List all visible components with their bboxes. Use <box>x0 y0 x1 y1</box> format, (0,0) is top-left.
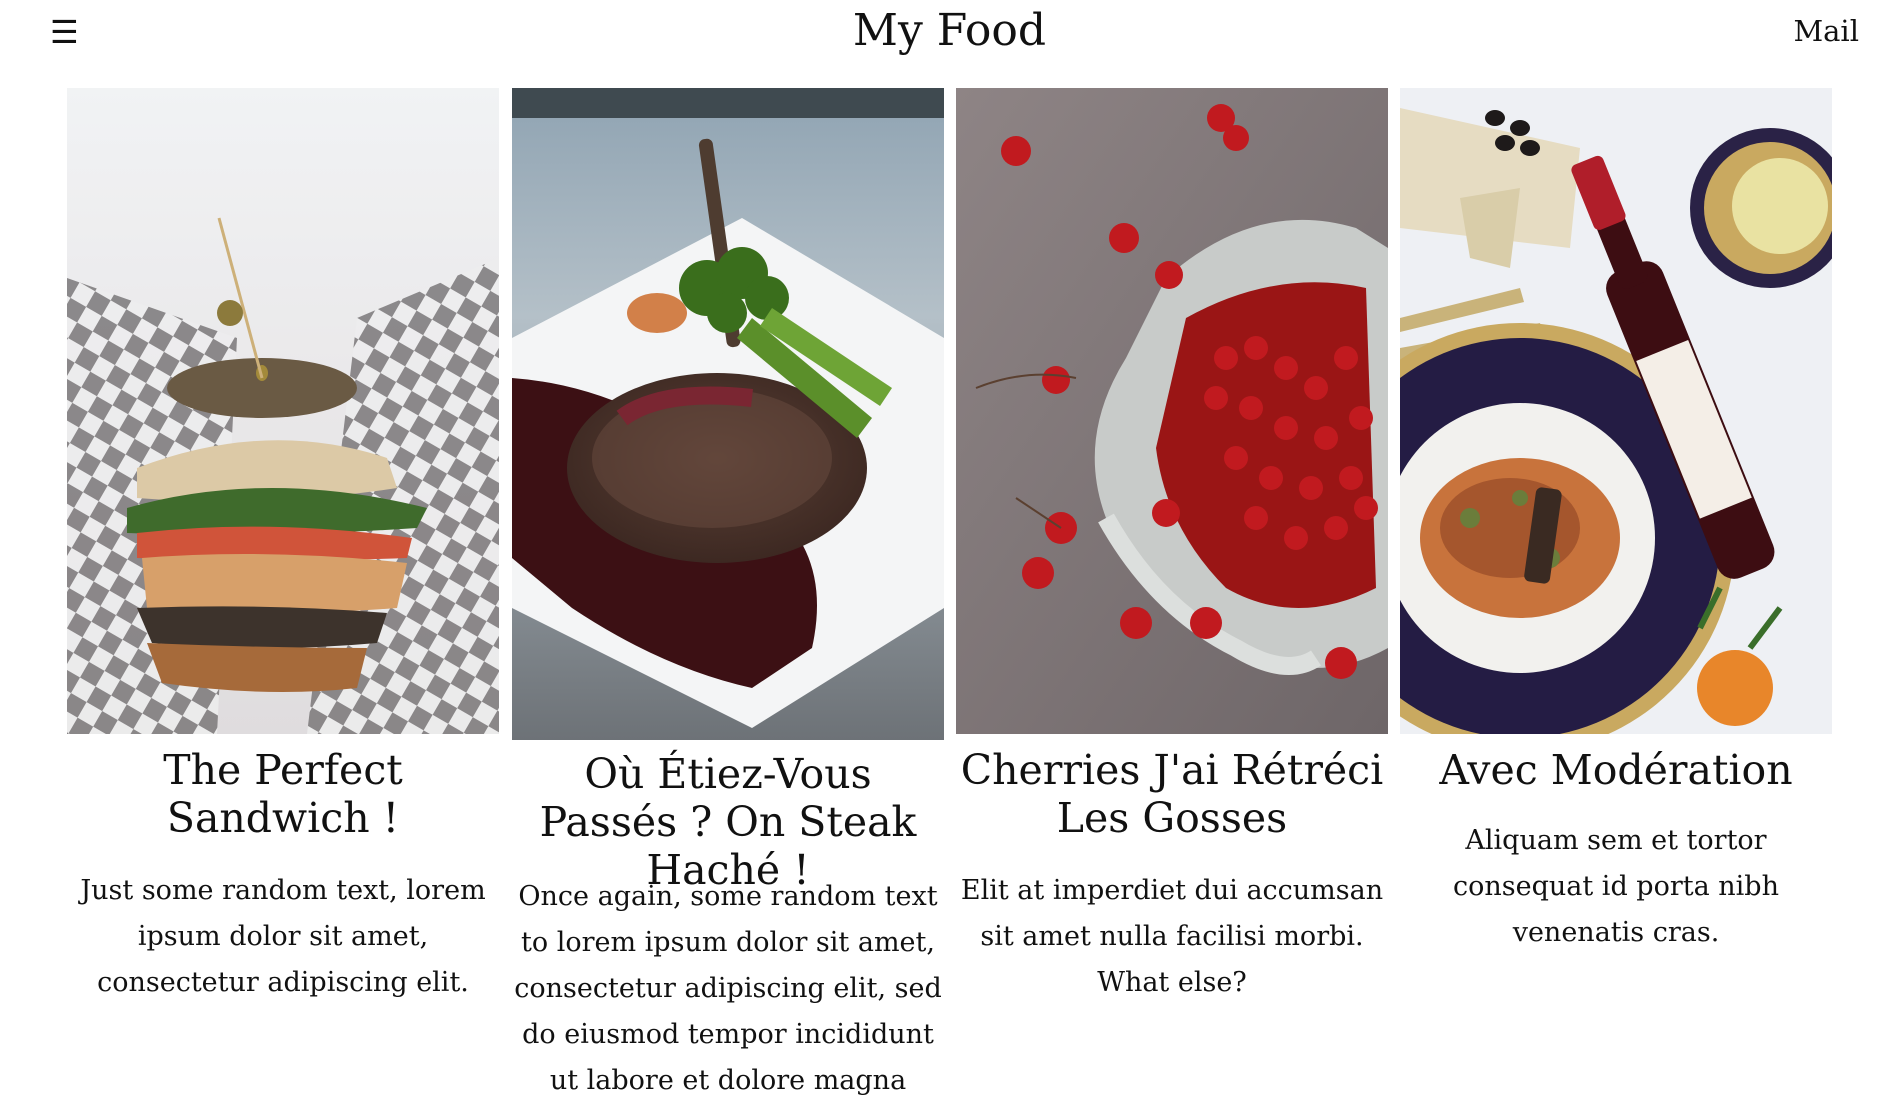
card-text: Just some random text, lorem ipsum dolor… <box>80 875 486 998</box>
mail-link[interactable]: Mail <box>1793 12 1859 50</box>
site-title: My Food <box>852 5 1047 56</box>
card-title[interactable]: Avec Modération <box>1400 746 1832 794</box>
card-text: Aliquam sem et tortor consequat id porta… <box>1453 825 1779 948</box>
food-card-grid: The Perfect Sandwich ! Just some random … <box>67 88 1832 1096</box>
steak-photo[interactable] <box>512 88 944 740</box>
sandwich-photo[interactable] <box>67 88 499 734</box>
card-title[interactable]: Où Étiez-Vous Passés ? On Steak Haché ! <box>512 750 944 894</box>
card-text: Elit at imperdiet dui accumsan sit amet … <box>960 875 1384 998</box>
card-title[interactable]: Cherries J'ai Rétréci Les Gosses <box>956 746 1388 842</box>
cherries-photo[interactable] <box>956 88 1388 734</box>
card-text: Once again, some random text to lorem ip… <box>514 881 942 1096</box>
top-bar: ☰ My Food Mail <box>0 0 1899 64</box>
pasta-wine-photo[interactable] <box>1400 88 1832 734</box>
card-title[interactable]: The Perfect Sandwich ! <box>67 746 499 842</box>
